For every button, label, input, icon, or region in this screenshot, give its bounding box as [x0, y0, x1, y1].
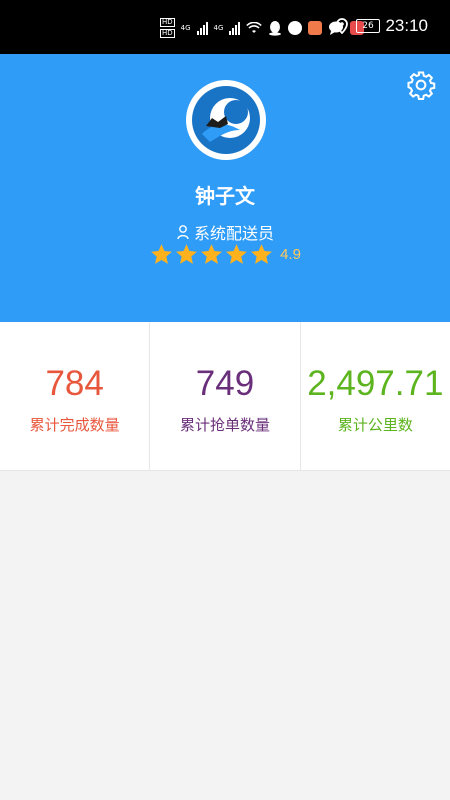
user-name: 钟子文	[195, 184, 255, 208]
stat-grabbed-value: 749	[195, 364, 255, 403]
signal-icon	[196, 21, 208, 35]
stat-distance[interactable]: 2,497.71 累计公里数	[301, 322, 450, 470]
stats-panel: 784 累计完成数量 749 累计抢单数量 2,497.71 累计公里数	[0, 322, 450, 471]
star-icon	[176, 244, 197, 264]
chat-icon	[308, 21, 323, 35]
settings-gear-icon[interactable]	[406, 70, 436, 100]
hd-tag-1: HD	[160, 18, 175, 27]
stat-completed-label: 累计完成数量	[29, 416, 120, 434]
status-right-icons: 26	[336, 18, 380, 34]
star-icon	[151, 244, 172, 264]
signal-icon-2	[229, 21, 241, 35]
stat-grabbed-label: 累计抢单数量	[179, 416, 270, 434]
star-icon	[226, 244, 247, 264]
empty-content-area	[0, 471, 450, 800]
avatar-logo-icon	[192, 86, 260, 154]
stat-completed[interactable]: 784 累计完成数量	[0, 322, 151, 470]
person-icon	[177, 225, 189, 240]
user-role: 系统配送员	[0, 220, 450, 244]
profile-header: 钟子文 系统配送员 4.9	[0, 54, 450, 322]
role-label: 系统配送员	[193, 224, 274, 243]
star-icon	[201, 244, 222, 264]
battery-icon: 26	[356, 19, 380, 33]
location-icon	[336, 18, 348, 34]
qq-icon	[269, 21, 282, 36]
camera-icon	[288, 21, 303, 35]
stat-grabbed[interactable]: 749 累计抢单数量	[150, 322, 301, 470]
avatar[interactable]	[186, 80, 266, 160]
network-4g-1: 4G	[180, 24, 191, 32]
star-icon	[251, 244, 272, 264]
status-left-icons: HD HD 4G 4G	[160, 18, 365, 38]
stat-completed-value: 784	[45, 364, 104, 403]
status-bar: HD HD 4G 4G 26 23:10	[0, 0, 450, 54]
wifi-icon	[246, 22, 263, 33]
stat-distance-label: 累计公里数	[337, 416, 413, 434]
hd-tags: HD HD	[160, 18, 175, 38]
hd-tag-2: HD	[160, 29, 175, 38]
rating-score: 4.9	[280, 246, 301, 263]
clock: 23:10	[385, 16, 428, 35]
stat-distance-value: 2,497.71	[307, 364, 444, 403]
rating: 4.9	[0, 242, 450, 267]
network-4g-2: 4G	[213, 24, 224, 32]
